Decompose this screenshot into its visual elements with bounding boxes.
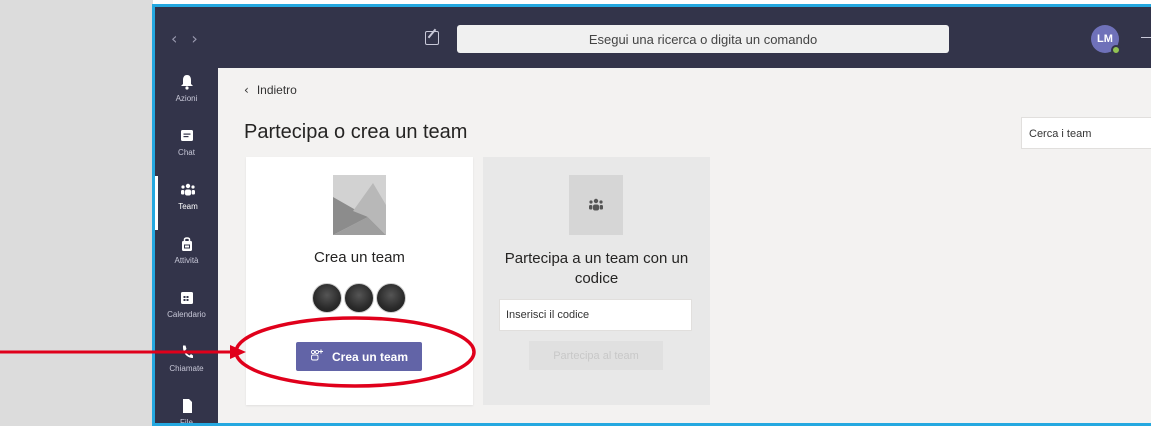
rail-item-attivita[interactable]: Attività (155, 230, 218, 284)
create-card-title: Crea un team (314, 249, 405, 266)
avatar[interactable]: LM (1091, 25, 1121, 55)
avatar-initials: LM (1097, 33, 1113, 45)
join-team-button[interactable]: Partecipa al team (529, 341, 663, 370)
rail-item-chiamate[interactable]: Chiamate (155, 338, 218, 392)
chevron-left-icon[interactable]: ‹ (171, 29, 191, 48)
teams-icon (569, 175, 623, 235)
chevron-right-icon[interactable]: › (191, 29, 211, 48)
compose-icon[interactable] (425, 31, 439, 45)
calendar-icon (179, 290, 195, 308)
rail-item-calendario[interactable]: Calendario (155, 284, 218, 338)
phone-icon (179, 344, 195, 362)
team-search-input[interactable]: Cerca i team (1021, 117, 1151, 149)
rail-label: Attività (174, 256, 199, 265)
chat-icon (179, 128, 195, 146)
rail-item-file[interactable]: File (155, 392, 218, 426)
create-team-button[interactable]: Crea un team (296, 342, 422, 371)
add-team-icon (310, 349, 324, 364)
app-rail: Azioni Chat Team Attività Calendario Chi… (155, 68, 218, 426)
rail-label: Chiamate (169, 364, 204, 373)
chevron-left-icon: ‹ (244, 83, 249, 97)
member-avatars (312, 283, 407, 313)
rail-item-team[interactable]: Team (155, 176, 218, 230)
join-team-card: Partecipa a un team con un codice Inseris… (483, 157, 710, 405)
create-team-card[interactable]: Crea un team Crea un team (246, 157, 473, 405)
rail-label: Chat (178, 148, 195, 157)
bell-icon (179, 74, 195, 92)
teams-window: ‹› Esegui una ricerca o digita un comand… (152, 4, 1151, 426)
rail-label: Team (178, 202, 198, 211)
title-bar: ‹› Esegui una ricerca o digita un comand… (155, 7, 1151, 68)
history-nav: ‹› (171, 29, 212, 48)
back-link[interactable]: ‹ Indietro (244, 83, 297, 97)
team-code-input[interactable]: Inserisci il codice (499, 299, 692, 331)
minimize-icon[interactable] (1141, 37, 1151, 38)
avatar (376, 283, 406, 313)
file-icon (179, 398, 195, 416)
teams-icon (180, 182, 196, 200)
rail-label: Calendario (167, 310, 206, 319)
page-title: Partecipa o crea un team (244, 121, 468, 143)
rail-label: File (180, 418, 193, 426)
avatar (344, 283, 374, 313)
rail-item-chat[interactable]: Chat (155, 122, 218, 176)
back-label: Indietro (256, 83, 297, 97)
rail-label: Azioni (175, 94, 198, 103)
bag-icon (179, 236, 195, 254)
rail-item-azioni[interactable]: Azioni (155, 68, 218, 122)
command-search-input[interactable]: Esegui una ricerca o digita un comando (457, 25, 949, 53)
avatar (312, 283, 342, 313)
background-margin (0, 0, 153, 426)
team-placeholder-image-icon (333, 175, 386, 235)
join-card-title: Partecipa a un team con un codice (504, 250, 689, 287)
presence-status-icon (1111, 45, 1121, 55)
create-team-button-label: Crea un team (331, 349, 409, 364)
